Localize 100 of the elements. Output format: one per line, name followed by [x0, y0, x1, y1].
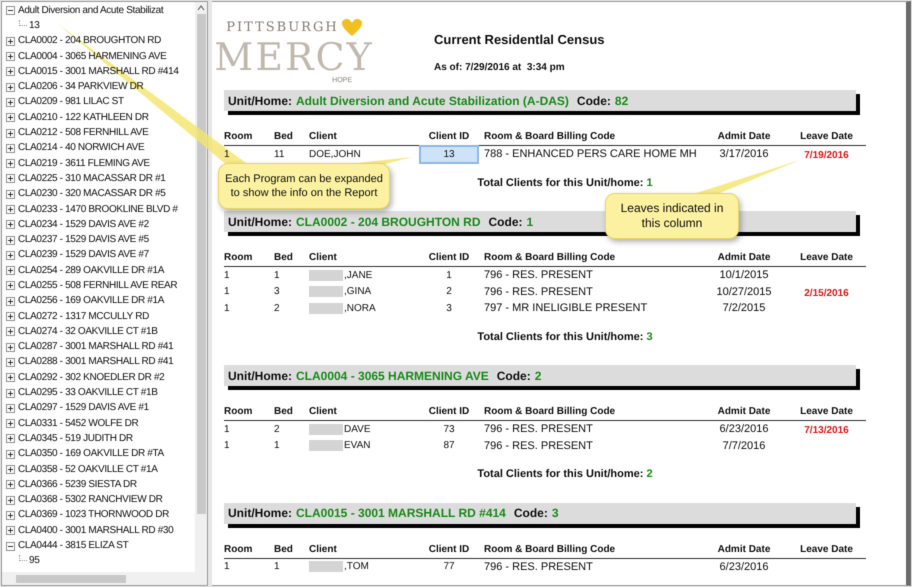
tree-item[interactable]: CLA0004 - 3065 HARMENING AVE	[18, 52, 166, 62]
expand-icon[interactable]	[6, 296, 15, 306]
expand-icon[interactable]	[6, 342, 15, 352]
expand-icon[interactable]	[6, 190, 15, 199]
tree-item[interactable]: CLA0444 - 3815 ELIZA ST	[18, 541, 128, 552]
code-value: 82	[614, 92, 628, 110]
expand-icon[interactable]	[6, 419, 15, 428]
vertical-scrollbar[interactable]	[195, 2, 207, 572]
unit-name: CLA0015 - 3001 MARSHALL RD #414	[296, 505, 506, 522]
client-id-cell[interactable]: 3	[419, 298, 479, 318]
expand-icon[interactable]	[6, 82, 15, 92]
column-header: Room	[224, 406, 252, 417]
client-id-cell[interactable]: 2	[419, 282, 479, 302]
tree-item[interactable]: CLA0210 - 122 KATHLEEN DR	[18, 112, 149, 123]
tree-item[interactable]: CLA0288 - 3001 MARSHALL RD #41	[18, 357, 174, 368]
expand-icon[interactable]	[6, 510, 15, 520]
expand-icon[interactable]	[6, 67, 15, 76]
expand-icon[interactable]	[6, 312, 15, 322]
tree-item[interactable]: CLA0331 - 5452 WOLFE DR	[18, 418, 138, 429]
tree-item[interactable]: CLA0297 - 1529 DAVIS AVE #1	[18, 403, 149, 414]
table-cell: 1	[224, 440, 230, 452]
tree-item[interactable]: CLA0255 - 508 FERNHILL AVE REAR	[18, 280, 178, 291]
tree-item[interactable]: Adult Diversion and Acute Stabilizat	[18, 6, 164, 16]
tree-item[interactable]: CLA0230 - 320 MACASSAR DR #5	[18, 189, 166, 200]
tree-item[interactable]: CLA0237 - 1529 DAVIS AVE #5	[18, 235, 149, 246]
unit-name: CLA0002 - 204 BROUGHTON RD	[296, 214, 480, 230]
expand-icon[interactable]	[6, 526, 15, 536]
tree-item[interactable]: CLA0233 - 1470 BROOKLINE BLVD #	[18, 204, 178, 214]
tree-item[interactable]: CLA0272 - 1317 MCCULLY RD	[18, 312, 149, 322]
expand-icon[interactable]	[6, 205, 15, 214]
column-header: Room	[224, 544, 252, 554]
table-cell: 1	[224, 270, 230, 281]
collapse-icon[interactable]	[6, 542, 15, 551]
expand-icon[interactable]	[6, 236, 15, 245]
tree-item[interactable]: CLA0366 - 5239 SIESTA DR	[18, 480, 137, 490]
tree-item[interactable]: CLA0212 - 508 FERNHILL AVE	[18, 128, 148, 138]
table-cell-text: ,JANE	[344, 268, 372, 283]
client-id-cell[interactable]: 1	[419, 266, 479, 285]
expand-icon[interactable]	[6, 434, 15, 444]
expand-icon[interactable]	[6, 281, 15, 290]
client-id-cell[interactable]: 77	[419, 557, 479, 576]
total-label: Total Clients for this Unit/home:	[477, 176, 644, 190]
table-cell: 2/15/2016	[804, 288, 849, 299]
expand-icon[interactable]	[6, 128, 15, 138]
expand-icon[interactable]	[6, 373, 15, 382]
expand-icon[interactable]	[6, 113, 15, 122]
tree-item[interactable]: CLA0206 - 34 PARKVIEW DR	[18, 82, 144, 92]
expand-icon[interactable]	[6, 450, 15, 459]
tree-item[interactable]: CLA0234 - 1529 DAVIS AVE #2	[18, 220, 149, 230]
tree-item[interactable]: CLA0287 - 3001 MARSHALL RD #41	[18, 342, 174, 352]
tree-item[interactable]: CLA0292 - 302 KNOEDLER DR #2	[18, 372, 164, 383]
tree-item[interactable]: CLA0254 - 289 OAKVILLE DR #1A	[18, 266, 164, 276]
tree-item[interactable]: CLA0256 - 169 OAKVILLE DR #1A	[18, 296, 164, 306]
tree-item[interactable]: CLA0274 - 32 OAKVILLE CT #1B	[18, 326, 158, 337]
expand-icon[interactable]	[6, 496, 15, 505]
total-value: 3	[646, 330, 653, 344]
tree-item[interactable]: 13	[29, 20, 40, 31]
expand-icon[interactable]	[6, 220, 15, 230]
expand-icon[interactable]	[6, 174, 15, 184]
expand-icon[interactable]	[6, 266, 15, 276]
tree-item[interactable]: 95	[29, 556, 40, 566]
expand-icon[interactable]	[6, 327, 15, 336]
client-id-cell[interactable]: 13	[419, 144, 479, 164]
unit-name: CLA0004 - 3065 HARMENING AVE	[296, 368, 489, 384]
total-value: 1	[646, 176, 653, 190]
expand-icon[interactable]	[6, 404, 15, 413]
tree-item[interactable]: CLA0345 - 519 JUDITH DR	[18, 434, 133, 444]
expand-icon[interactable]	[6, 388, 15, 398]
expand-icon[interactable]	[6, 358, 15, 367]
tree-item[interactable]: CLA0295 - 33 OAKVILLE CT #1B	[18, 388, 158, 398]
table-cell: 6/23/2016	[720, 560, 768, 572]
expand-icon[interactable]	[6, 250, 15, 260]
table-cell-text: ,TOM	[344, 560, 369, 574]
client-id-cell[interactable]: 73	[419, 420, 479, 439]
tree-item[interactable]: CLA0358 - 52 OAKVILLE CT #1A	[18, 464, 158, 475]
expand-icon[interactable]	[6, 98, 15, 107]
logo-top-text: PITTSBURGH	[226, 19, 339, 37]
tree-item[interactable]: CLA0368 - 5302 RANCHVIEW DR	[18, 495, 162, 506]
expand-icon[interactable]	[6, 52, 15, 62]
tree-item[interactable]: CLA0209 - 981 LILAC ST	[18, 97, 124, 108]
tree-item[interactable]: CLA0400 - 3001 MARSHALL RD #30	[18, 526, 174, 536]
client-id-cell[interactable]: 87	[419, 436, 479, 456]
expand-icon[interactable]	[6, 159, 15, 168]
horizontal-scrollbar[interactable]	[2, 572, 207, 585]
tree-item[interactable]: CLA0002 - 204 BROUGHTON RD	[18, 36, 161, 46]
tree-item[interactable]: CLA0239 - 1529 DAVIS AVE #7	[18, 250, 149, 260]
tree-item[interactable]: CLA0350 - 169 OAKVILLE DR #TA	[18, 449, 164, 460]
expand-icon[interactable]	[6, 144, 15, 153]
tree-item[interactable]: CLA0225 - 310 MACASSAR DR #1	[18, 174, 166, 184]
table-cell: 796 - RES. PRESENT	[484, 423, 593, 435]
tree-item[interactable]: CLA0214 - 40 NORWICH AVE	[18, 143, 144, 154]
table-cell: 796 - RES. PRESENT	[484, 440, 593, 452]
tree-item[interactable]: CLA0369 - 1023 THORNWOOD DR	[18, 510, 169, 520]
tree-item[interactable]: CLA0015 - 3001 MARSHALL RD #414	[18, 66, 179, 77]
expand-icon[interactable]	[6, 36, 15, 46]
collapse-icon[interactable]	[6, 6, 15, 16]
table-cell: 1	[224, 561, 230, 572]
expand-icon[interactable]	[6, 465, 15, 474]
expand-icon[interactable]	[6, 480, 15, 490]
tree-item[interactable]: CLA0219 - 3611 FLEMING AVE	[18, 158, 150, 169]
